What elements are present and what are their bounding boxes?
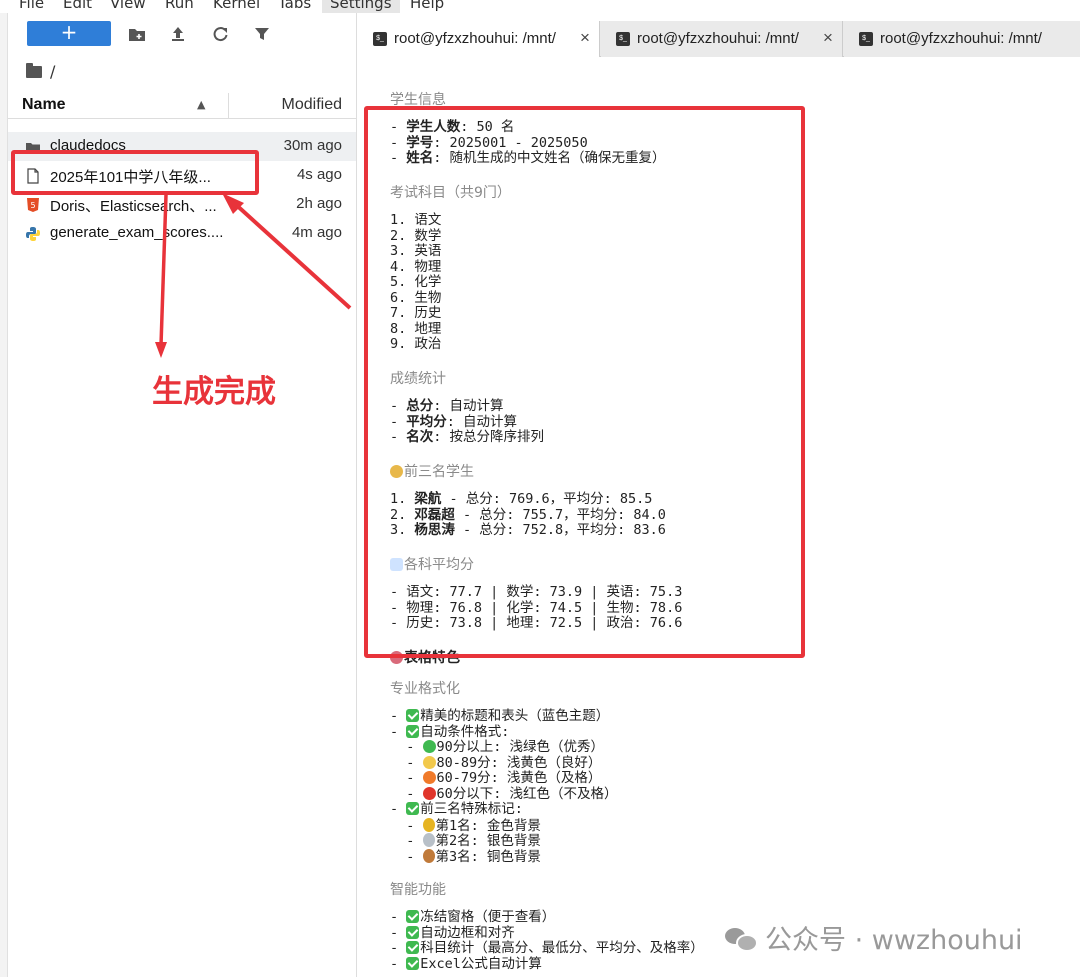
smart-item: - 自动边框和对齐 (390, 925, 515, 941)
terminal-icon: $_ (859, 32, 873, 46)
close-icon[interactable]: × (580, 28, 590, 48)
annotation-result-box (364, 106, 805, 658)
menu-help[interactable]: Help (410, 0, 444, 12)
watermark: 公众号 · wwzhouhui (725, 918, 1023, 957)
annotation-arrows (155, 193, 352, 358)
check-icon (406, 926, 420, 939)
gold-medal-icon (422, 818, 435, 832)
format-item: - 第3名: 铜色背景 (390, 849, 541, 865)
format-item: - 60分以下: 浅红色（不及格） (390, 786, 618, 802)
check-icon (406, 941, 420, 954)
silver-medal-icon (422, 833, 435, 847)
section-heading-smart: 智能功能 (390, 882, 446, 898)
format-item: - 90分以上: 浅绿色（优秀） (390, 739, 605, 755)
check-icon (406, 957, 420, 970)
terminal-icon: $_ (373, 32, 387, 46)
check-icon (406, 910, 420, 923)
green-dot-icon (422, 740, 436, 753)
check-icon (406, 709, 420, 722)
red-dot-icon (422, 787, 436, 800)
yellow-dot-icon (422, 756, 436, 769)
section-heading-format: 专业格式化 (390, 681, 460, 697)
close-icon[interactable]: × (823, 28, 833, 48)
smart-item: - 冻结窗格（便于查看） (390, 909, 556, 925)
tab-label: root@yfzxzhouhui: /mnt/ (880, 30, 1042, 47)
terminal-icon: $_ (616, 32, 630, 46)
annotation-label: 生成完成 (152, 374, 276, 410)
check-icon (406, 802, 420, 815)
format-item: - 第2名: 银色背景 (390, 833, 541, 849)
format-item: - 自动条件格式: (390, 724, 510, 740)
check-icon (406, 725, 420, 738)
format-item: - 精美的标题和表头（蓝色主题） (390, 708, 610, 724)
tab-label: root@yfzxzhouhui: /mnt/ (637, 30, 799, 47)
format-item: - 第1名: 金色背景 (390, 818, 541, 834)
smart-item: - Excel公式自动计算 (390, 956, 542, 972)
format-item: - 60-79分: 浅黄色（及格） (390, 770, 602, 786)
tab-terminal-3[interactable]: $_ root@yfzxzhouhui: /mnt/ (844, 21, 1080, 57)
format-item: - 80-89分: 浅黄色（良好） (390, 755, 602, 771)
wechat-icon (725, 926, 758, 952)
tab-terminal-2[interactable]: $_ root@yfzxzhouhui: /mnt/ × (601, 21, 843, 57)
tab-bar: $_ root@yfzxzhouhui: /mnt/ × $_ root@yfz… (358, 21, 1080, 57)
format-item: - 前三名特殊标记: (390, 801, 523, 817)
smart-item: - 科目统计（最高分、最低分、平均分、及格率） (390, 940, 704, 956)
tab-terminal-1[interactable]: $_ root@yfzxzhouhui: /mnt/ × (358, 21, 600, 57)
bronze-medal-icon (422, 849, 435, 863)
watermark-text: 公众号 · wwzhouhui (765, 925, 1023, 956)
orange-dot-icon (422, 771, 436, 784)
tab-label: root@yfzxzhouhui: /mnt/ (394, 30, 556, 47)
